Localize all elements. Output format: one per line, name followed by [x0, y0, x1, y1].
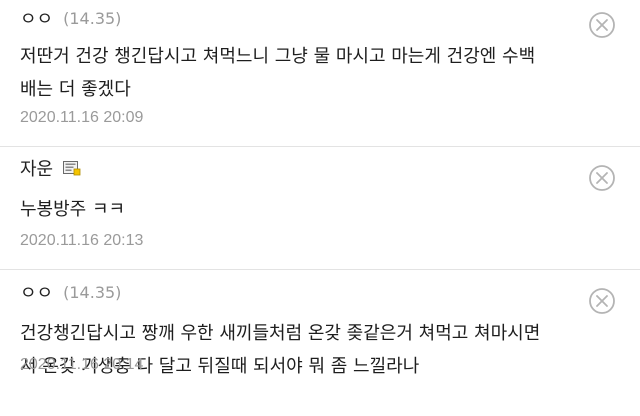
- comment-author-line: ㅇㅇ (14.35): [20, 5, 122, 31]
- delete-comment-button[interactable]: [588, 287, 616, 315]
- comment-timestamp: 2020.11.16 20:13: [20, 232, 144, 249]
- comment-body: 저딴거 건강 챙긴답시고 쳐먹느니 그냥 물 마시고 마는게 건강엔 수백 배는…: [20, 40, 590, 106]
- comment-body-line: 저딴거 건강 챙긴답시고 쳐먹느니 그냥 물 마시고 마는게 건강엔 수백: [20, 46, 536, 67]
- comment-item: 자운 누봉방주 ㅋㅋ 2020.11.16 20:13: [0, 146, 640, 269]
- comment-timestamp: 2020.11.16 20:09: [20, 109, 144, 126]
- comment-body: 누봉방주 ㅋㅋ: [20, 193, 590, 226]
- comment-item: ㅇㅇ (14.35) 건강챙긴답시고 짱깨 우한 새끼들처럼 온갖 좆같은거 쳐…: [0, 269, 640, 416]
- comment-author[interactable]: ㅇㅇ: [20, 5, 53, 31]
- circle-x-icon: [589, 12, 615, 38]
- comment-body-line: 누봉방주 ㅋㅋ: [20, 199, 126, 220]
- delete-comment-button[interactable]: [588, 11, 616, 39]
- comment-list: ㅇㅇ (14.35) 저딴거 건강 챙긴답시고 쳐먹느니 그냥 물 마시고 마는…: [0, 0, 640, 416]
- comment-body-line: 건강챙긴답시고 짱깨 우한 새끼들처럼 온갖 좆같은거 쳐먹고 쳐마시면: [20, 323, 541, 344]
- comment-author-ip: (14.35): [63, 8, 122, 28]
- gallery-manager-icon: [63, 160, 81, 176]
- comment-author-ip: (14.35): [63, 282, 122, 302]
- delete-comment-button[interactable]: [588, 164, 616, 192]
- circle-x-icon: [589, 165, 615, 191]
- comment-author[interactable]: 자운: [20, 155, 53, 181]
- comment-item: ㅇㅇ (14.35) 저딴거 건강 챙긴답시고 쳐먹느니 그냥 물 마시고 마는…: [0, 0, 640, 146]
- comment-author-line: ㅇㅇ (14.35): [20, 279, 122, 305]
- comment-author-line: 자운: [20, 156, 81, 180]
- circle-x-icon: [589, 288, 615, 314]
- comment-author[interactable]: ㅇㅇ: [20, 279, 53, 305]
- comment-timestamp: 2020.11.16 20:14: [20, 356, 144, 373]
- comment-body-line: 배는 더 좋겠다: [20, 79, 131, 100]
